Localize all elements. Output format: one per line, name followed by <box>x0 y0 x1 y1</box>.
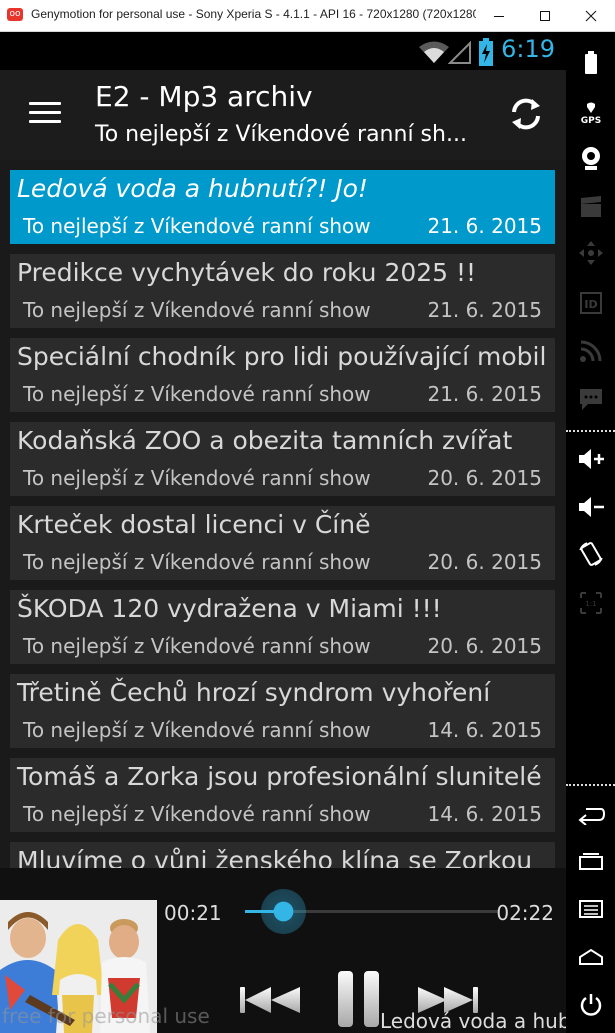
episode-date: 14. 6. 2015 <box>427 718 542 742</box>
device-screen: 6:19 E2 - Mp3 archiv To nejlepší z Víken… <box>0 32 566 1033</box>
episode-show: To nejlepší z Víkendové ranní show <box>23 634 371 658</box>
recent-apps-icon[interactable] <box>566 848 615 874</box>
episode-item[interactable]: Kodaňská ZOO a obezita tamních zvířat To … <box>10 422 555 496</box>
episode-item[interactable]: Ledová voda a hubnutí?! Jo! To nejlepší z… <box>10 170 555 244</box>
seek-bar-thumb[interactable] <box>261 889 307 934</box>
window-title: Genymotion for personal use - Sony Xperi… <box>31 7 476 21</box>
home-icon[interactable] <box>566 944 615 970</box>
hamburger-icon[interactable] <box>29 102 61 126</box>
rss-icon <box>566 336 615 366</box>
episode-title: Predikce vychytávek do roku 2025 !! <box>17 258 477 287</box>
close-button[interactable] <box>569 0 613 31</box>
episode-show: To nejlepší z Víkendové ranní show <box>23 382 371 406</box>
sms-icon <box>566 384 615 414</box>
episode-title: Ledová voda a hubnutí?! Jo! <box>17 174 368 203</box>
clapperboard-icon <box>566 192 615 222</box>
app-title: E2 - Mp3 archiv <box>95 80 313 113</box>
current-time: 00:21 <box>164 901 222 925</box>
pixel-perfect-icon: 1:1 <box>566 588 615 618</box>
gps-icon[interactable]: GPS <box>566 98 615 128</box>
episode-show: To nejlepší z Víkendové ranní show <box>23 298 371 322</box>
episode-date: 21. 6. 2015 <box>427 382 542 406</box>
app-subtitle: To nejlepší z Víkendové ranní sh... <box>95 122 467 147</box>
previous-button[interactable] <box>237 984 303 1016</box>
rotate-icon[interactable] <box>566 538 615 570</box>
window-titlebar: oo Genymotion for personal use - Sony Xp… <box>0 0 615 32</box>
refresh-icon[interactable] <box>506 94 546 134</box>
episode-show: To nejlepší z Víkendové ranní show <box>23 550 371 574</box>
back-icon[interactable] <box>566 802 615 828</box>
menu-icon[interactable] <box>566 896 615 922</box>
episode-list: Ledová voda a hubnutí?! Jo! To nejlepší z… <box>10 160 555 916</box>
episode-date: 20. 6. 2015 <box>427 550 542 574</box>
pause-icon <box>338 971 379 1027</box>
minimize-icon <box>494 15 504 17</box>
episode-title: Speciální chodník pro lidi používající m… <box>17 342 547 371</box>
volume-down-icon[interactable] <box>566 492 615 522</box>
episode-show: To nejlepší z Víkendové ranní show <box>23 802 371 826</box>
episode-date: 21. 6. 2015 <box>427 214 542 238</box>
wifi-icon <box>419 41 449 63</box>
episode-title: Krteček dostal licenci v Číně <box>17 510 371 539</box>
episode-item[interactable]: Tomáš a Zorka jsou profesionální slunite… <box>10 758 555 832</box>
emulator-sidebar: GPS ID 1:1 <box>566 32 615 1033</box>
episode-title: Kodaňská ZOO a obezita tamních zvířat <box>17 426 513 455</box>
player-bar: 00:21 02:22 Ledová voda a hub free for p… <box>0 868 566 1033</box>
episode-date: 21. 6. 2015 <box>427 298 542 322</box>
episode-title: Třetině Čechů hrozí syndrom vyhoření <box>17 678 491 707</box>
watermark: free for personal use <box>2 1004 210 1028</box>
episode-item[interactable]: Třetině Čechů hrozí syndrom vyhoření To n… <box>10 674 555 748</box>
episode-show: To nejlepší z Víkendové ranní show <box>23 466 371 490</box>
episode-show: To nejlepší z Víkendové ranní show <box>23 718 371 742</box>
id-icon: ID <box>566 288 615 318</box>
episode-date: 20. 6. 2015 <box>427 466 542 490</box>
previous-icon <box>240 987 300 1013</box>
svg-text:GPS: GPS <box>580 116 600 125</box>
genymotion-logo-icon: oo <box>7 8 23 21</box>
close-icon <box>585 10 597 21</box>
battery-charging-icon <box>479 38 493 66</box>
status-time: 6:19 <box>501 35 555 63</box>
total-time: 02:22 <box>496 901 554 925</box>
action-bar: E2 - Mp3 archiv To nejlepší z Víkendové … <box>0 70 566 160</box>
webcam-icon[interactable] <box>566 144 615 174</box>
episode-title: ŠKODA 120 vydražena v Miami !!! <box>17 594 442 623</box>
now-playing-title: Ledová voda a hubnutí?! Jo! <box>380 1009 566 1033</box>
svg-text:1:1: 1:1 <box>585 600 596 608</box>
minimize-button[interactable] <box>477 0 521 31</box>
episode-title: Tomáš a Zorka jsou profesionální slunite… <box>17 762 542 791</box>
battery-icon[interactable] <box>566 48 615 78</box>
episode-item[interactable]: Krteček dostal licenci v Číně To nejlepší… <box>10 506 555 580</box>
signal-icon <box>448 40 471 64</box>
svg-text:ID: ID <box>584 298 597 311</box>
pause-button[interactable] <box>334 968 384 1030</box>
maximize-button[interactable] <box>523 0 567 31</box>
maximize-icon <box>540 10 550 21</box>
episode-show: To nejlepší z Víkendové ranní show <box>23 214 371 238</box>
episode-item[interactable]: Speciální chodník pro lidi používající m… <box>10 338 555 412</box>
status-bar: 6:19 <box>0 32 566 70</box>
volume-up-icon[interactable] <box>566 444 615 474</box>
episode-date: 20. 6. 2015 <box>427 634 542 658</box>
dpad-icon <box>566 238 615 268</box>
episode-item[interactable]: Predikce vychytávek do roku 2025 !! To ne… <box>10 254 555 328</box>
episode-item[interactable]: ŠKODA 120 vydražena v Miami !!! To nejlep… <box>10 590 555 664</box>
power-icon[interactable] <box>566 990 615 1020</box>
episode-date: 14. 6. 2015 <box>427 802 542 826</box>
